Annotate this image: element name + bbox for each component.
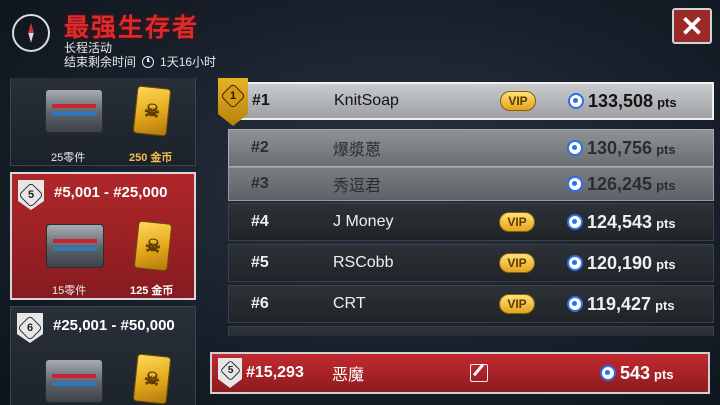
supply-crate-icon — [45, 359, 103, 403]
rank-label: #2 — [251, 139, 269, 156]
player-points: 120,190 pts — [587, 252, 676, 273]
leaderboard-row[interactable]: #6 CRT VIP 119,427 pts — [228, 285, 714, 323]
rank-label: #3 — [251, 175, 269, 192]
tier-range-label: #5,001 - #25,000 — [54, 184, 168, 201]
leaderboard-row[interactable]: #2 爆漿蒽 130,756 pts — [228, 129, 714, 167]
rank-label: #5 — [251, 254, 269, 271]
points-icon — [567, 255, 583, 271]
player-name: J Money — [333, 213, 394, 230]
leaderboard-row[interactable]: #5 RSCobb VIP 120,190 pts — [228, 244, 714, 282]
points-icon — [567, 214, 583, 230]
my-points: 543 pts — [620, 362, 674, 383]
supply-crate-icon — [45, 89, 103, 133]
rank-label: #4 — [251, 213, 269, 230]
my-player-name: 恶魔 — [332, 367, 365, 384]
player-points: 126,245 pts — [587, 173, 676, 194]
gold-card-icon: ☠ — [132, 85, 172, 137]
tier-badge-icon: 6 — [17, 313, 43, 343]
my-rank-label: #15,293 — [246, 364, 304, 381]
vip-badge: VIP — [499, 294, 535, 314]
points-icon — [600, 365, 616, 381]
event-header: 最强生存者 长程活动 结束剩余时间 1天16小时 ✕ — [0, 0, 720, 70]
leaderboard-list[interactable]: #1 KnitSoap VIP 133,508 pts 1 #2 爆漿蒽 130,… — [214, 78, 714, 336]
timer-value: 1天16小时 — [160, 55, 217, 69]
event-timer: 结束剩余时间 1天16小时 — [64, 53, 216, 70]
rank-label: #6 — [251, 295, 269, 312]
points-icon — [567, 176, 583, 192]
close-button[interactable]: ✕ — [672, 8, 712, 44]
points-icon — [567, 296, 583, 312]
points-icon — [568, 93, 584, 109]
vip-badge: VIP — [500, 91, 536, 111]
supply-crate-icon — [46, 224, 104, 268]
leaderboard-row[interactable]: #4 J Money VIP 124,543 pts — [228, 203, 714, 241]
reward-gold-label: 125 金币 — [130, 285, 174, 297]
player-name: KnitSoap — [334, 92, 399, 109]
vip-badge: VIP — [499, 212, 535, 232]
edit-icon[interactable] — [470, 364, 488, 382]
rank-label: #1 — [252, 92, 270, 109]
reward-tier[interactable]: 6 #25,001 - #50,000 ☠ — [10, 306, 196, 405]
leaderboard-row[interactable]: #3 秀逗君 126,245 pts — [228, 167, 714, 201]
player-name: 秀逗君 — [333, 178, 382, 195]
player-name: 爆漿蒽 — [333, 142, 382, 159]
timer-label: 结束剩余时间 — [64, 55, 137, 69]
gold-card-icon: ☠ — [132, 353, 172, 405]
reward-tier-list[interactable]: ☠ 25零件 250 金币 5 #5,001 - #25,000 ☠ 15零件 … — [8, 78, 200, 405]
points-icon — [567, 140, 583, 156]
clock-icon — [142, 55, 155, 68]
vip-badge: VIP — [499, 253, 535, 273]
leaderboard-row[interactable] — [228, 326, 714, 336]
tier-badge-icon: 5 — [18, 180, 44, 210]
player-name: RSCobb — [333, 254, 394, 271]
player-points: 130,756 pts — [587, 137, 676, 158]
player-name: CRT — [333, 295, 366, 312]
reward-parts-label: 25零件 — [51, 152, 86, 164]
reward-gold-label: 250 金币 — [129, 152, 173, 164]
player-points: 133,508 pts — [588, 90, 677, 111]
reward-tier-active[interactable]: 5 #5,001 - #25,000 ☠ 15零件 125 金币 — [10, 172, 196, 300]
player-points: 124,543 pts — [587, 211, 676, 232]
leaderboard-row[interactable]: #1 KnitSoap VIP 133,508 pts — [228, 82, 714, 120]
my-rank-bar[interactable]: 5 #15,293 恶魔 543 pts — [210, 352, 710, 394]
reward-parts-label: 15零件 — [52, 285, 87, 297]
player-points: 119,427 pts — [587, 293, 675, 314]
reward-tier[interactable]: ☠ 25零件 250 金币 — [10, 78, 196, 166]
gold-card-icon: ☠ — [133, 220, 173, 272]
tier-range-label: #25,001 - #50,000 — [53, 317, 175, 334]
tier-badge-icon: 5 — [218, 358, 242, 388]
compass-icon — [12, 14, 50, 52]
